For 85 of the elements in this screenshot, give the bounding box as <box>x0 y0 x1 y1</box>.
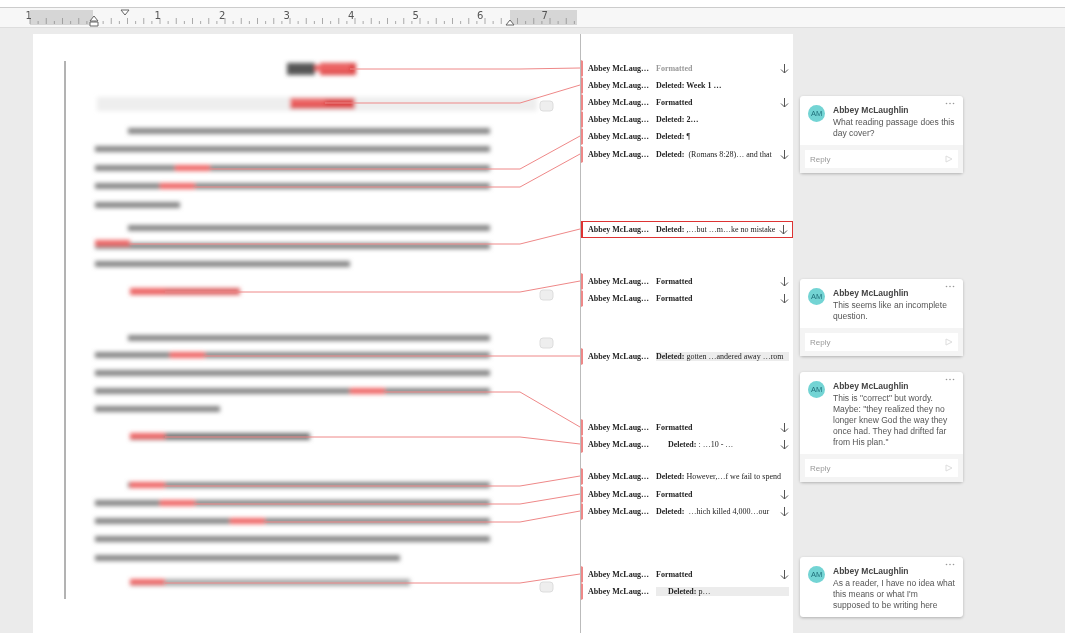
down-arrow-icon[interactable] <box>780 276 789 287</box>
revision-author: Abbey McLaug… <box>588 150 651 159</box>
revision-author: Abbey McLaug… <box>588 98 651 107</box>
down-arrow-icon[interactable] <box>779 224 788 235</box>
revision-change: Deleted: 2… <box>656 115 700 124</box>
down-arrow-icon[interactable] <box>780 439 789 450</box>
revision-author: Abbey McLaug… <box>588 570 651 579</box>
down-arrow-icon[interactable] <box>780 63 789 74</box>
revision-author: Abbey McLaug… <box>588 64 651 73</box>
revision-row[interactable]: Abbey McLaug… Formatted <box>581 486 793 503</box>
revision-change: Formatted <box>656 294 694 303</box>
revision-change: Deleted: However,…f we fail to spend <box>656 472 782 481</box>
ruler-number: 5 <box>412 10 419 21</box>
comment-text: This is "correct" but wordy. Maybe: "they realized they no longer knew God the way they once had. They had drifted far from His plan." <box>833 393 949 448</box>
revision-row[interactable]: Abbey McLaug… Deleted: …hich killed 4,000…our <box>581 503 793 520</box>
ruler-number: 6 <box>477 10 484 21</box>
down-arrow-icon[interactable] <box>780 293 789 304</box>
revision-author: Abbey McLaug… <box>588 507 651 516</box>
revision-change: Deleted: Week 1 … <box>656 81 723 90</box>
revision-row[interactable]: Abbey McLaug… Formatted <box>581 273 793 290</box>
comment-author: Abbey McLaughlin <box>833 381 910 391</box>
down-arrow-icon[interactable] <box>780 149 789 160</box>
revision-author: Abbey McLaug… <box>588 277 651 286</box>
ruler-number: 1 <box>154 10 161 21</box>
revision-row[interactable]: Abbey McLaug… Formatted <box>581 419 793 436</box>
down-arrow-icon[interactable] <box>780 569 789 580</box>
revision-row[interactable]: Abbey McLaug… Deleted: Week 1 … <box>581 77 793 94</box>
comment-text: This seems like an incomplete question. <box>833 300 948 322</box>
revision-change: Deleted: gotten …andered away …rom <box>656 352 789 361</box>
ruler-number: 1 <box>25 10 32 21</box>
reply-field[interactable]: Reply <box>805 150 958 168</box>
revision-row[interactable]: Abbey McLaug… Deleted: 2… <box>581 111 793 128</box>
ruler-number: 3 <box>283 10 290 21</box>
more-icon[interactable] <box>945 285 955 288</box>
comment-author: Abbey McLaughlin <box>833 105 910 115</box>
comment-text: As a reader, I have no idea what this means or what I'm supposed to be writing here <box>833 578 955 611</box>
revision-change: Formatted <box>656 570 694 579</box>
revision-row[interactable]: Abbey McLaug… Deleted: : …10 - … <box>581 436 793 453</box>
revision-change: Formatted <box>656 490 694 499</box>
revision-author: Abbey McLaug… <box>588 472 651 481</box>
revision-change: Deleted: (Romans 8:28)… and that <box>656 150 773 159</box>
more-icon[interactable] <box>945 563 955 566</box>
revision-row[interactable]: Abbey McLaug… Deleted: (Romans 8:28)… and that <box>581 146 793 163</box>
revision-change: Formatted <box>656 64 694 73</box>
revision-author: Abbey McLaug… <box>588 440 651 449</box>
more-icon[interactable] <box>945 378 955 381</box>
revision-author: Abbey McLaug… <box>588 294 651 303</box>
revision-change: Formatted <box>656 277 694 286</box>
revision-author: Abbey McLaug… <box>588 132 651 141</box>
revision-author: Abbey McLaug… <box>588 352 651 361</box>
ruler-number: 2 <box>219 10 226 21</box>
revision-row[interactable]: Abbey McLaug… Formatted <box>581 290 793 307</box>
revision-author: Abbey McLaug… <box>588 587 651 596</box>
revision-change: Deleted: ¶ <box>656 132 692 141</box>
revision-row[interactable]: Abbey McLaug… Deleted: However,…f we fail to spend <box>581 468 793 485</box>
comment-text: What reading passage does this day cover? <box>833 117 955 139</box>
revision-change: Deleted: p… <box>656 587 789 596</box>
revision-row[interactable]: Abbey McLaug… Deleted: gotten …andered away …rom <box>581 348 793 365</box>
down-arrow-icon[interactable] <box>780 422 789 433</box>
down-arrow-icon[interactable] <box>780 489 789 500</box>
down-arrow-icon[interactable] <box>780 97 789 108</box>
comment-author: Abbey McLaughlin <box>833 566 910 576</box>
revision-author: Abbey McLaug… <box>588 81 651 90</box>
revision-author: Abbey McLaug… <box>588 423 651 432</box>
revision-author: Abbey McLaug… <box>588 225 651 234</box>
revision-change: Deleted: …hich killed 4,000…our <box>656 507 771 516</box>
revision-row[interactable]: Abbey McLaug… Deleted: p… <box>581 583 793 600</box>
ruler-number: 4 <box>348 10 355 21</box>
revision-row[interactable]: Abbey McLaug… Formatted <box>581 566 793 583</box>
reply-field[interactable]: Reply <box>805 459 958 477</box>
reply-field[interactable]: Reply <box>805 333 958 351</box>
more-icon[interactable] <box>945 102 955 105</box>
comment-author: Abbey McLaughlin <box>833 288 910 298</box>
down-arrow-icon[interactable] <box>780 506 789 517</box>
revision-row[interactable]: Abbey McLaug… Formatted <box>581 60 793 77</box>
revision-row[interactable]: Abbey McLaug… Deleted: ,…but …m…ke no mistake <box>581 221 793 238</box>
revision-row[interactable]: Abbey McLaug… Formatted <box>581 94 793 111</box>
revision-author: Abbey McLaug… <box>588 115 651 124</box>
revision-change: Formatted <box>656 98 694 107</box>
revision-change: Deleted: ,…but …m…ke no mistake <box>656 225 775 234</box>
revision-change: Formatted <box>656 423 694 432</box>
revision-change: Deleted: : …10 - … <box>667 440 735 449</box>
revision-row[interactable]: Abbey McLaug… Deleted: ¶ <box>581 128 793 145</box>
revision-author: Abbey McLaug… <box>588 490 651 499</box>
ruler-number: 7 <box>541 10 548 21</box>
